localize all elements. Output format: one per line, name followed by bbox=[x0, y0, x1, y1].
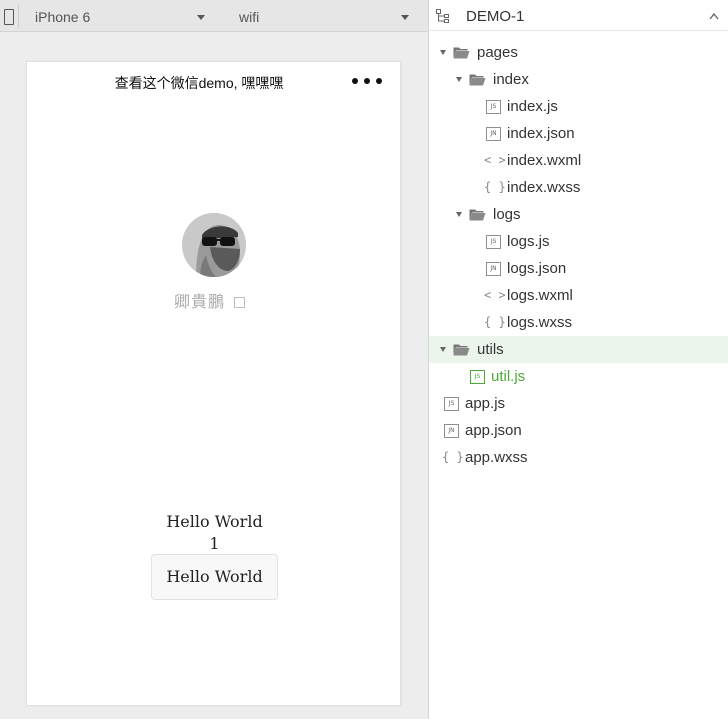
simulator-toolbar: iPhone 6 wifi bbox=[0, 0, 428, 32]
hello-world-button[interactable]: Hello World bbox=[151, 554, 278, 600]
tree-file-logs-wxml[interactable]: < > logs.wxml bbox=[429, 282, 728, 309]
tree-label: logs.wxml bbox=[507, 287, 573, 304]
collapse-panel-icon[interactable] bbox=[709, 11, 719, 21]
project-name: DEMO-1 bbox=[466, 8, 525, 25]
wxml-file-icon: < > bbox=[484, 153, 506, 167]
tree-label: utils bbox=[477, 341, 504, 358]
avatar-portrait-image bbox=[182, 213, 246, 277]
device-toggle-icon[interactable] bbox=[4, 9, 14, 25]
file-explorer: DEMO-1 pages index JS index.js JN index.… bbox=[429, 0, 728, 719]
wxml-file-icon: < > bbox=[484, 288, 506, 302]
tree-label: index bbox=[493, 71, 529, 88]
tree-file-logs-wxss[interactable]: { } logs.wxss bbox=[429, 309, 728, 336]
tree-label: logs.wxss bbox=[507, 314, 573, 331]
js-file-icon: JS bbox=[486, 235, 501, 249]
user-avatar[interactable] bbox=[182, 213, 246, 277]
usermotto-block: Hello World 1 bbox=[27, 511, 402, 555]
tree-label: util.js bbox=[491, 368, 526, 385]
tree-file-index-js[interactable]: JS index.js bbox=[429, 93, 728, 120]
js-file-icon: JS bbox=[444, 397, 459, 411]
chevron-down-icon bbox=[440, 50, 446, 55]
counter-text: 1 bbox=[209, 534, 220, 553]
chevron-down-icon bbox=[456, 212, 462, 217]
simulator-panel: iPhone 6 wifi 查看这个微信demo, 嘿嘿嘿 卿貴鵬 Hello … bbox=[0, 0, 429, 719]
folder-open-icon bbox=[469, 209, 486, 221]
hello-text: Hello World bbox=[166, 512, 263, 531]
tree-label: pages bbox=[477, 44, 518, 61]
json-file-icon: JN bbox=[486, 127, 501, 141]
tree-folder-logs[interactable]: logs bbox=[429, 201, 728, 228]
wxss-file-icon: { } bbox=[484, 180, 506, 194]
tree-label: app.js bbox=[465, 395, 506, 412]
nav-bar-title: 查看这个微信demo, 嘿嘿嘿 bbox=[114, 75, 284, 91]
tree-folder-utils[interactable]: utils bbox=[429, 336, 728, 363]
toolbar-divider bbox=[18, 4, 19, 28]
chevron-down-icon bbox=[401, 15, 409, 20]
chevron-down-icon bbox=[440, 347, 446, 352]
folder-open-icon bbox=[453, 344, 470, 356]
more-options-icon[interactable] bbox=[350, 76, 384, 86]
tree-file-app-js[interactable]: JS app.js bbox=[429, 390, 728, 417]
tree-label: index.json bbox=[507, 125, 575, 142]
tree-label: index.js bbox=[507, 98, 558, 115]
tree-folder-pages[interactable]: pages bbox=[429, 39, 728, 66]
network-select-value: wifi bbox=[239, 9, 260, 25]
tree-file-index-wxss[interactable]: { } index.wxss bbox=[429, 174, 728, 201]
tree-file-app-json[interactable]: JN app.json bbox=[429, 417, 728, 444]
folder-open-icon bbox=[469, 74, 486, 86]
phone-screen: 查看这个微信demo, 嘿嘿嘿 卿貴鵬 Hello World 1 Hello … bbox=[26, 61, 401, 706]
user-nickname: 卿貴鵬 bbox=[174, 294, 226, 311]
tree-label: index.wxss bbox=[507, 179, 581, 196]
json-file-icon: JN bbox=[486, 262, 501, 276]
tree-label: app.wxss bbox=[465, 449, 528, 466]
js-file-icon: JS bbox=[470, 370, 485, 384]
device-select-value: iPhone 6 bbox=[35, 9, 91, 25]
tree-file-index-wxml[interactable]: < > index.wxml bbox=[429, 147, 728, 174]
tree-file-index-json[interactable]: JN index.json bbox=[429, 120, 728, 147]
tree-label: logs bbox=[493, 206, 521, 223]
chevron-down-icon bbox=[197, 15, 205, 20]
js-file-icon: JS bbox=[486, 100, 501, 114]
chevron-down-icon bbox=[456, 77, 462, 82]
json-file-icon: JN bbox=[444, 424, 459, 438]
tree-label: logs.js bbox=[507, 233, 550, 250]
tree-label: app.json bbox=[465, 422, 522, 439]
explorer-header: DEMO-1 bbox=[429, 0, 728, 31]
tree-file-util-js[interactable]: JS util.js bbox=[429, 363, 728, 390]
folder-open-icon bbox=[453, 47, 470, 59]
network-select[interactable]: wifi bbox=[239, 7, 409, 27]
tree-label: index.wxml bbox=[507, 152, 582, 169]
tree-folder-index[interactable]: index bbox=[429, 66, 728, 93]
user-nickname-row: 卿貴鵬 bbox=[174, 288, 246, 311]
tree-file-logs-json[interactable]: JN logs.json bbox=[429, 255, 728, 282]
wxss-file-icon: { } bbox=[484, 315, 506, 329]
explorer-tree-icon[interactable] bbox=[435, 8, 451, 24]
wxss-file-icon: { } bbox=[442, 450, 464, 464]
missing-glyph-icon bbox=[234, 297, 246, 308]
device-select[interactable]: iPhone 6 bbox=[35, 7, 205, 27]
tree-file-logs-js[interactable]: JS logs.js bbox=[429, 228, 728, 255]
tree-label: logs.json bbox=[507, 260, 567, 277]
devtools-window: iPhone 6 wifi 查看这个微信demo, 嘿嘿嘿 卿貴鵬 Hello … bbox=[0, 0, 728, 719]
tree-file-app-wxss[interactable]: { } app.wxss bbox=[429, 444, 728, 471]
